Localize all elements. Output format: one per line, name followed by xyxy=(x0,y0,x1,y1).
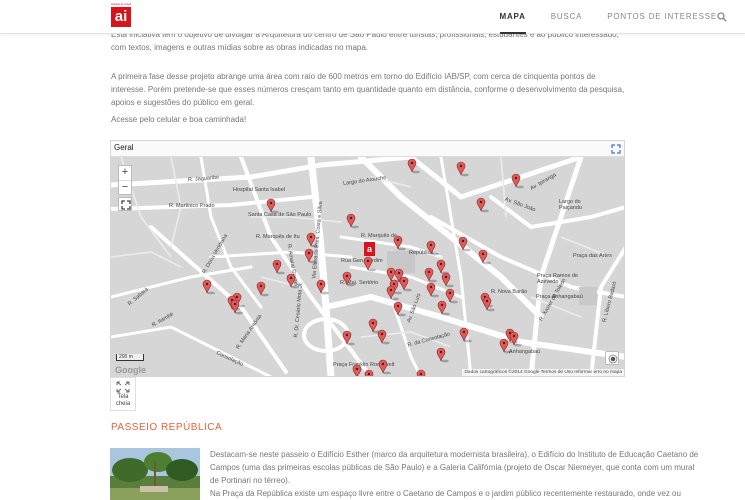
intro-paragraph-3: Acesse pelo celular e boa caminhada! xyxy=(111,115,247,124)
tela-cheia-label: Tela cheia xyxy=(115,394,131,407)
map-pin-icon[interactable] xyxy=(346,213,359,229)
map-pin-icon[interactable] xyxy=(459,327,472,343)
map-pin-icon[interactable] xyxy=(272,259,285,275)
map-pin-icon[interactable] xyxy=(426,240,439,256)
map-pin-icon[interactable] xyxy=(256,281,269,297)
map-canvas[interactable]: R. Jaguaribe Hospital Santa Isabel Santa… xyxy=(111,157,624,377)
map-pin-icon[interactable] xyxy=(399,276,412,292)
map-title: Geral xyxy=(114,143,134,152)
map-title-bar: Geral xyxy=(111,141,624,157)
map-pin-icon[interactable] xyxy=(424,267,437,283)
map-pin-icon[interactable] xyxy=(441,272,454,288)
nav-item-pontos-de-interesse[interactable]: PONTOS DE INTERESSE xyxy=(607,0,717,34)
map-pin-icon[interactable] xyxy=(342,271,355,287)
site-header: Instituto de Arquitetos ai MAPA BUSCA PO… xyxy=(0,0,745,34)
section-paragraph-2: Na Praça da República existe um espaço l… xyxy=(210,489,681,498)
map-pin-icon[interactable] xyxy=(458,236,471,252)
map-pin-icon[interactable] xyxy=(304,248,317,264)
map-pin-icon[interactable] xyxy=(436,259,449,275)
expand-icon[interactable] xyxy=(611,144,621,154)
map-pin-icon[interactable] xyxy=(478,249,491,265)
map-pin-icon[interactable] xyxy=(363,256,376,272)
google-logo: Google xyxy=(115,365,146,375)
zoom-control: + − xyxy=(118,165,132,195)
map-pin-icon[interactable] xyxy=(509,331,522,347)
section-description: Destacam-se neste passeio o Edifício Est… xyxy=(210,448,700,500)
map-pin-icon[interactable] xyxy=(316,279,329,295)
iab-center-marker[interactable]: a xyxy=(364,242,375,256)
map-pin-icon[interactable] xyxy=(436,347,449,363)
iab-logo[interactable]: Instituto de Arquitetos ai xyxy=(111,3,131,31)
nav-item-busca[interactable]: BUSCA xyxy=(551,0,583,34)
main-nav: MAPA BUSCA PONTOS DE INTERESSE xyxy=(475,0,717,34)
map-pin-icon[interactable] xyxy=(393,301,406,317)
map-pin-icon[interactable] xyxy=(393,235,406,251)
map-pin-icon[interactable] xyxy=(476,197,489,213)
map-pin-icon[interactable] xyxy=(266,198,279,214)
zoom-in-button[interactable]: + xyxy=(119,166,131,180)
map-pin-icon[interactable] xyxy=(445,288,458,304)
nav-item-mapa[interactable]: MAPA xyxy=(499,0,526,34)
map-pin-icon[interactable] xyxy=(456,161,469,177)
passeio-photo xyxy=(110,448,200,500)
logo-mark: ai xyxy=(111,7,131,27)
section-image[interactable] xyxy=(110,448,200,500)
map-pin-icon[interactable] xyxy=(342,330,355,346)
search-icon[interactable] xyxy=(717,12,727,22)
map-pin-icon[interactable] xyxy=(437,300,450,316)
map-pin-icon[interactable] xyxy=(482,296,495,312)
map-pin-icon[interactable] xyxy=(202,279,215,295)
fullscreen-icon xyxy=(116,381,130,393)
map-pin-icon[interactable] xyxy=(407,158,420,174)
fullscreen-button[interactable] xyxy=(118,197,132,211)
map-scale: 200 m xyxy=(116,354,144,361)
map-pin-icon[interactable] xyxy=(378,359,391,375)
map-pin-icon[interactable] xyxy=(352,364,365,377)
section-title: PASSEIO REPÚBLICA xyxy=(111,422,223,433)
map-pin-icon[interactable] xyxy=(511,173,524,189)
section-paragraph-1: Destacam-se neste passeio o Edifício Est… xyxy=(210,450,699,485)
map-pin-icon[interactable] xyxy=(426,282,439,298)
location-icon xyxy=(608,354,618,364)
map-pin-icon[interactable] xyxy=(416,369,429,377)
tela-cheia-button[interactable]: Tela cheia xyxy=(110,377,136,411)
map-widget: Geral R. Jaguaribe Hospital Santa Isabel… xyxy=(110,140,625,377)
logo-caption: Instituto de Arquitetos xyxy=(111,3,131,6)
map-pin-icon[interactable] xyxy=(377,329,390,345)
fullscreen-icon xyxy=(121,200,131,210)
map-attribution[interactable]: Dados cartográficos ©2014 Google Termos … xyxy=(462,369,624,376)
map-markers xyxy=(202,158,524,377)
map-pin-icon[interactable] xyxy=(306,232,319,248)
map-pin-icon[interactable] xyxy=(364,369,377,377)
zoom-out-button[interactable]: − xyxy=(119,180,131,194)
intro-paragraph-2: A primeira fase desse projeto abrange um… xyxy=(111,72,625,107)
map-pin-icon[interactable] xyxy=(286,273,299,289)
my-location-button[interactable] xyxy=(605,351,619,365)
